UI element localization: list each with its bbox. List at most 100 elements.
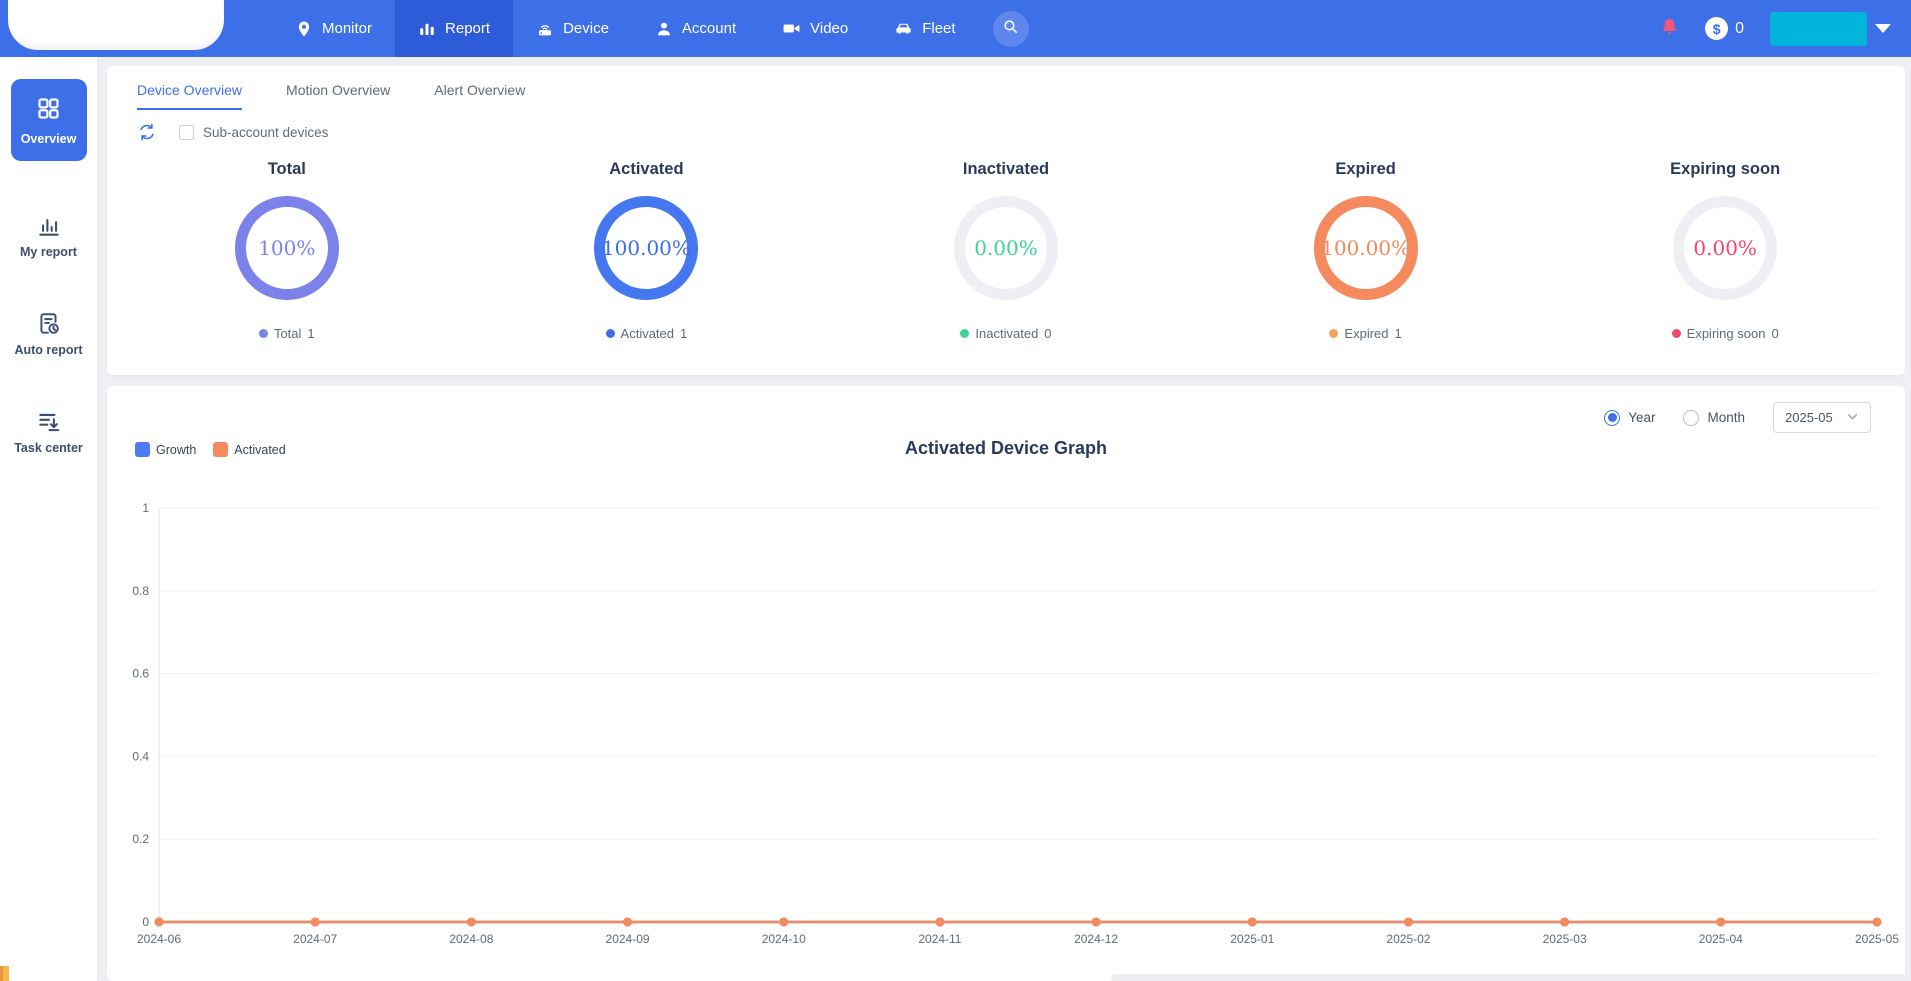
subaccount-checkbox[interactable] (179, 125, 194, 140)
nav-item-device[interactable]: Device (513, 0, 632, 57)
tab-device-overview[interactable]: Device Overview (137, 82, 242, 110)
activated-device-graph-card: Year Month 2025-05 Growth Activated Acti… (107, 386, 1905, 981)
topbar-right-cluster: $ 0 (1660, 12, 1891, 46)
bar-chart-icon (418, 20, 436, 38)
radio-year-button[interactable] (1604, 410, 1620, 426)
chart-title: Activated Device Graph (107, 438, 1905, 459)
document-clock-icon (0, 311, 97, 337)
main-nav: Monitor Report Device Account Video (272, 0, 979, 57)
chart-header: Growth Activated Activated Device Graph (107, 438, 1905, 474)
svg-text:0.6: 0.6 (132, 667, 149, 681)
legend-dot (606, 329, 615, 338)
coin-icon: $ (1705, 17, 1728, 40)
legend-growth[interactable]: Growth (135, 442, 196, 457)
svg-text:0.4: 0.4 (132, 749, 149, 763)
top-navigation-bar: Monitor Report Device Account Video (0, 0, 1911, 57)
svg-text:1: 1 (142, 501, 149, 515)
radio-month[interactable]: Month (1683, 410, 1745, 426)
chart-controls: Year Month 2025-05 (1604, 402, 1871, 433)
activated-device-line-chart[interactable]: 0 0.2 0.4 0.6 0.8 1 2024-06 2024-07 2024-08 2024-… (111, 482, 1901, 964)
car-icon (894, 19, 913, 38)
svg-text:2024-09: 2024-09 (606, 932, 650, 946)
tab-motion-overview[interactable]: Motion Overview (286, 82, 390, 110)
video-camera-icon (782, 19, 801, 38)
svg-text:2024-10: 2024-10 (762, 932, 806, 946)
gauge-activated: Activated 100.00% Activated1 (467, 160, 827, 341)
svg-text:2025-04: 2025-04 (1699, 932, 1743, 946)
sidebar-item-task-center[interactable]: Task center (0, 409, 97, 455)
legend-dot (960, 329, 969, 338)
period-select[interactable]: 2025-05 (1773, 402, 1871, 433)
balance-count: 0 (1735, 20, 1744, 38)
radio-month-button[interactable] (1683, 410, 1699, 426)
grid-overview-icon (35, 95, 62, 125)
gauge-ring: 100.00% (1314, 196, 1418, 300)
svg-text:2025-05: 2025-05 (1855, 932, 1899, 946)
nav-label: Video (810, 20, 848, 37)
legend-dot (1329, 329, 1338, 338)
balance[interactable]: $ 0 (1705, 17, 1744, 40)
report-chart-icon (0, 213, 97, 239)
nav-label: Device (563, 20, 609, 37)
radio-year[interactable]: Year (1604, 410, 1655, 426)
device-router-icon (536, 20, 554, 38)
sidebar-item-label: Auto report (14, 343, 82, 357)
overview-tabs: Device Overview Motion Overview Alert Ov… (107, 66, 1905, 110)
gauge-ring: 0.00% (954, 196, 1058, 300)
activated-swatch (213, 442, 228, 457)
nav-label: Account (682, 20, 736, 37)
device-overview-card: Device Overview Motion Overview Alert Ov… (107, 66, 1905, 375)
refresh-icon[interactable] (137, 122, 157, 142)
svg-text:2025-02: 2025-02 (1386, 932, 1430, 946)
notification-bell-icon[interactable] (1660, 17, 1679, 41)
sidebar-item-auto-report[interactable]: Auto report (0, 311, 97, 357)
gauge-expired: Expired 100.00% Expired1 (1186, 160, 1546, 341)
gauge-ring: 0.00% (1673, 196, 1777, 300)
svg-text:2024-08: 2024-08 (449, 932, 493, 946)
username-badge[interactable] (1770, 12, 1867, 46)
gauge-ring: 100% (235, 196, 339, 300)
sidebar-item-overview[interactable]: Overview (11, 79, 87, 161)
person-icon (655, 20, 673, 38)
search-button[interactable] (993, 11, 1029, 47)
growth-swatch (135, 442, 150, 457)
nav-item-fleet[interactable]: Fleet (871, 0, 978, 57)
app-logo[interactable] (8, 0, 224, 50)
sidebar-item-label: My report (20, 245, 77, 259)
legend-dot (1672, 329, 1681, 338)
search-icon (1002, 18, 1019, 40)
chevron-down-icon (1846, 410, 1859, 426)
gauge-expiring-soon: Expiring soon 0.00% Expiring soon0 (1545, 160, 1905, 341)
svg-text:0: 0 (142, 915, 149, 929)
nav-label: Monitor (322, 20, 372, 37)
legend-dot (259, 329, 268, 338)
svg-text:2024-07: 2024-07 (293, 932, 337, 946)
svg-text:0.2: 0.2 (132, 832, 149, 846)
nav-label: Fleet (922, 20, 955, 37)
sidebar-item-my-report[interactable]: My report (0, 213, 97, 259)
svg-text:0.8: 0.8 (132, 584, 149, 598)
svg-text:2025-01: 2025-01 (1230, 932, 1274, 946)
svg-text:2024-12: 2024-12 (1074, 932, 1118, 946)
sidebar-item-label: Task center (14, 441, 83, 455)
corner-widget-fragment[interactable] (0, 966, 9, 981)
gauge-ring: 100.00% (594, 196, 698, 300)
nav-item-account[interactable]: Account (632, 0, 759, 57)
gauge-total: Total 100% Total1 (107, 160, 467, 341)
sidebar-item-label: Overview (21, 132, 77, 146)
nav-item-video[interactable]: Video (759, 0, 871, 57)
nav-label: Report (445, 20, 490, 37)
svg-text:2025-03: 2025-03 (1543, 932, 1587, 946)
nav-item-monitor[interactable]: Monitor (272, 0, 395, 57)
task-list-download-icon (0, 409, 97, 435)
gauge-row: Total 100% Total1 Activated 100.00% Acti… (107, 160, 1905, 341)
nav-item-report[interactable]: Report (395, 0, 513, 57)
chart-legend: Growth Activated (135, 442, 286, 457)
subaccount-label: Sub-account devices (203, 125, 328, 140)
tab-alert-overview[interactable]: Alert Overview (434, 82, 525, 110)
legend-activated[interactable]: Activated (213, 442, 285, 457)
chevron-down-icon[interactable] (1875, 24, 1891, 33)
sidebar: Overview My report Auto report Task cent… (0, 57, 97, 981)
svg-text:2024-06: 2024-06 (137, 932, 181, 946)
horizontal-scrollbar[interactable] (1111, 974, 1911, 981)
